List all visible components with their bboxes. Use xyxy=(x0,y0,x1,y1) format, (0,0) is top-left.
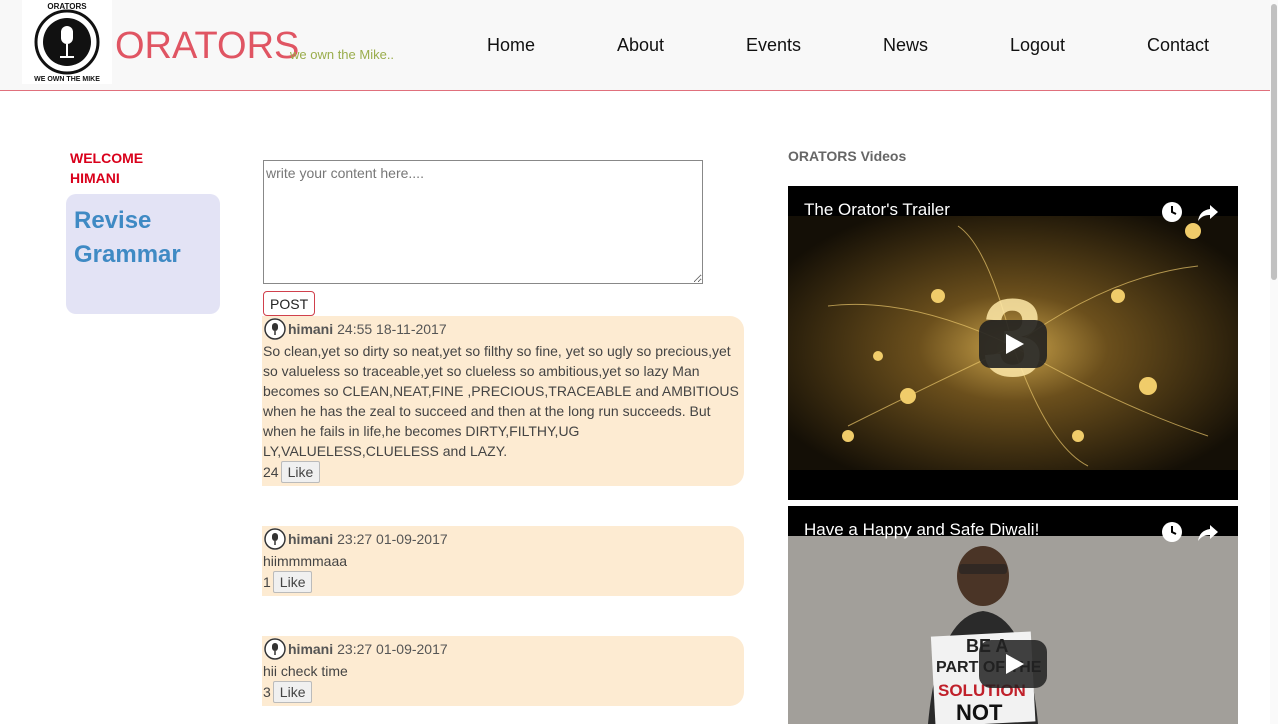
page-scrollbar[interactable] xyxy=(1270,0,1278,724)
orators-logo[interactable]: ORATORS WE OWN THE MIKE xyxy=(22,0,112,84)
post-content: hii check time xyxy=(263,661,741,681)
watch-later-icon[interactable] xyxy=(1160,520,1184,544)
logo-text-top: ORATORS xyxy=(47,2,87,11)
share-icon[interactable] xyxy=(1196,200,1220,224)
like-row: 24 Like xyxy=(263,461,321,483)
post-card: himani 23:27 01-09-2017 hii check time 3… xyxy=(262,636,744,706)
like-count: 24 xyxy=(263,464,279,480)
post-line: hiimmmmaaa xyxy=(263,553,348,569)
microphone-icon xyxy=(264,638,286,660)
video-player-trailer[interactable]: 3 The Orator's Trailer xyxy=(788,186,1238,500)
like-count: 1 xyxy=(263,574,271,590)
nav-news[interactable]: News xyxy=(883,35,928,56)
like-button[interactable]: Like xyxy=(272,681,313,703)
like-row: 1 Like xyxy=(263,571,313,593)
post-header: himani 24:55 18-11-2017 xyxy=(264,318,447,340)
post-timestamp: 24:55 18-11-2017 xyxy=(337,321,447,337)
avatar xyxy=(264,528,286,550)
like-button[interactable]: Like xyxy=(280,461,321,483)
post-content-input[interactable] xyxy=(263,160,703,284)
post-line: hii check time xyxy=(263,663,348,679)
play-button-icon[interactable] xyxy=(979,640,1047,688)
post-username[interactable]: himani xyxy=(288,531,333,547)
post-timestamp: 23:27 01-09-2017 xyxy=(337,531,448,547)
like-button[interactable]: Like xyxy=(272,571,313,593)
post-card: himani 24:55 18-11-2017 So clean,yet so … xyxy=(262,316,744,486)
welcome-message: WELCOME HIMANI xyxy=(70,148,143,188)
post-header: himani 23:27 01-09-2017 xyxy=(264,528,448,550)
nav-about[interactable]: About xyxy=(617,35,664,56)
post-line: So clean,yet so dirty so neat,yet so fil… xyxy=(263,343,731,359)
scrollbar-thumb[interactable] xyxy=(1271,4,1277,280)
like-count: 3 xyxy=(263,684,271,700)
logo-text-bottom: WE OWN THE MIKE xyxy=(34,76,100,83)
post-line: so valueless so traceable,yet so clueles… xyxy=(263,363,700,379)
microphone-icon xyxy=(264,318,286,340)
microphone-icon: ORATORS WE OWN THE MIKE xyxy=(34,2,100,83)
post-content: hiimmmmaaa xyxy=(263,551,741,571)
brand-title[interactable]: ORATORS xyxy=(115,26,299,66)
sign-text-4: NOT xyxy=(956,700,1003,724)
nav-logout[interactable]: Logout xyxy=(1010,35,1065,56)
like-row: 3 Like xyxy=(263,681,313,703)
play-button-icon[interactable] xyxy=(979,320,1047,368)
video-title[interactable]: The Orator's Trailer xyxy=(804,200,950,220)
avatar xyxy=(264,318,286,340)
revise-grammar-link[interactable]: Revise Grammar xyxy=(66,194,220,314)
post-username[interactable]: himani xyxy=(288,641,333,657)
post-card: himani 23:27 01-09-2017 hiimmmmaaa 1 Lik… xyxy=(262,526,744,596)
revise-label-2: Grammar xyxy=(74,241,181,268)
nav-home[interactable]: Home xyxy=(487,35,535,56)
welcome-username: HIMANI xyxy=(70,170,120,186)
post-header: himani 23:27 01-09-2017 xyxy=(264,638,448,660)
nav-contact[interactable]: Contact xyxy=(1147,35,1209,56)
welcome-label: WELCOME xyxy=(70,150,144,166)
nav-events[interactable]: Events xyxy=(746,35,801,56)
post-line: when he fails in life,he becomes DIRTY,F… xyxy=(263,423,580,439)
site-header: ORATORS WE OWN THE MIKE ORATORS we own t… xyxy=(0,0,1278,91)
watch-later-icon[interactable] xyxy=(1160,200,1184,224)
post-content: So clean,yet so dirty so neat,yet so fil… xyxy=(263,341,741,461)
post-line: LY,VALUELESS,CLUELESS and LAZY. xyxy=(263,443,508,459)
post-username[interactable]: himani xyxy=(288,321,333,337)
post-timestamp: 23:27 01-09-2017 xyxy=(337,641,448,657)
video-title[interactable]: Have a Happy and Safe Diwali! xyxy=(804,520,1039,540)
avatar xyxy=(264,638,286,660)
video-player-diwali[interactable]: BE A PART OF THE SOLUTION NOT Have a Hap… xyxy=(788,506,1238,724)
post-line: when he has the zeal to succeed and then… xyxy=(263,403,711,419)
share-icon[interactable] xyxy=(1196,520,1220,544)
microphone-icon xyxy=(264,528,286,550)
videos-heading: ORATORS Videos xyxy=(788,148,907,164)
revise-label-1: Revise xyxy=(74,207,152,234)
post-line: becomes so CLEAN,NEAT,FINE ,PRECIOUS,TRA… xyxy=(263,383,739,399)
post-button[interactable]: POST xyxy=(263,291,316,316)
brand-tagline: we own the Mike.. xyxy=(290,47,395,62)
